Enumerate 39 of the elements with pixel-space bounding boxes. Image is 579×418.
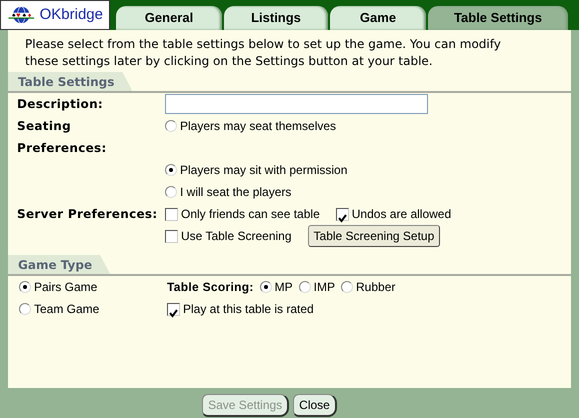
radio-button[interactable] bbox=[298, 281, 311, 293]
radio-button[interactable] bbox=[165, 120, 177, 132]
tab[interactable]: General bbox=[116, 6, 222, 30]
radio-button[interactable] bbox=[165, 186, 177, 198]
logo-text: OKbridge bbox=[40, 4, 103, 25]
radio-button[interactable] bbox=[341, 281, 353, 293]
option-label: Rubber bbox=[356, 279, 396, 296]
field-label: Table Scoring: bbox=[167, 279, 254, 296]
description-field[interactable] bbox=[165, 94, 428, 114]
option-label: Team Game bbox=[34, 301, 100, 318]
checkbox[interactable] bbox=[167, 302, 180, 316]
checkbox-label: Play at this table is rated bbox=[183, 301, 314, 318]
tab[interactable]: Game bbox=[330, 6, 426, 30]
section-title: Table Settings bbox=[8, 72, 132, 91]
radio-button[interactable] bbox=[19, 303, 31, 315]
radio-button[interactable] bbox=[165, 164, 177, 176]
radio-button[interactable] bbox=[260, 281, 272, 293]
tab[interactable]: Table Settings bbox=[428, 6, 568, 30]
radio-button[interactable] bbox=[19, 281, 31, 293]
intro-text: Please select from the table settings below to set up the game. You can modify these settings later by clicking on the Settings button at your table. bbox=[24, 36, 502, 70]
tab[interactable]: Listings bbox=[224, 6, 328, 30]
option-label: I will seat the players bbox=[180, 184, 292, 201]
option-label: Players may seat themselves bbox=[180, 118, 336, 135]
checkbox[interactable] bbox=[336, 208, 349, 220]
option-label: MP bbox=[274, 279, 293, 296]
checkbox-label: Undos are allowed bbox=[352, 206, 452, 223]
option-label: IMP bbox=[314, 279, 335, 296]
option-label: Players may sit with permission bbox=[180, 162, 348, 179]
option-label: Pairs Game bbox=[34, 279, 98, 296]
field-label: Description: bbox=[17, 97, 104, 111]
section-title: Game Type bbox=[8, 255, 110, 274]
checkbox-label: Use Table Screening bbox=[181, 228, 292, 245]
field-label: Seating Preferences: bbox=[17, 119, 107, 155]
field-label: Server Preferences: bbox=[17, 207, 158, 221]
screening-setup-button[interactable]: Table Screening Setup bbox=[308, 225, 440, 247]
checkbox[interactable] bbox=[165, 230, 178, 242]
checkbox-label: Only friends can see table bbox=[181, 206, 320, 223]
footer-button[interactable]: Close bbox=[293, 394, 337, 417]
checkbox[interactable] bbox=[165, 208, 178, 220]
